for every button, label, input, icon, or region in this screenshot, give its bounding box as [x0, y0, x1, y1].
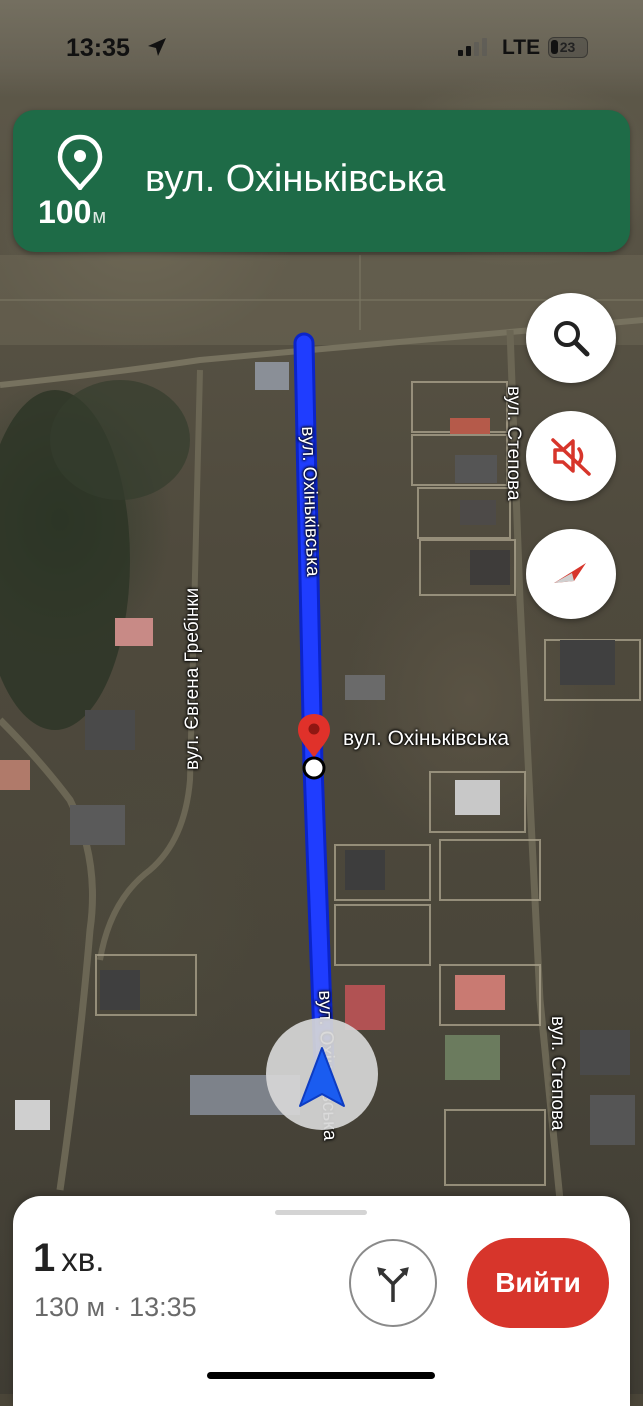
navigation-banner[interactable]: 100м вул. Охіньківська [13, 110, 630, 252]
current-location-marker [266, 1018, 378, 1130]
network-type: LTE [502, 36, 541, 59]
destination-pin-icon[interactable] [296, 712, 332, 782]
alternate-routes-button[interactable] [349, 1239, 437, 1327]
eta-duration: 1 хв. [33, 1236, 104, 1281]
battery-icon: 23 [548, 37, 588, 58]
home-indicator[interactable] [207, 1372, 435, 1379]
destination-pin-icon [57, 134, 103, 190]
signal-icon [458, 38, 487, 56]
alternate-routes-icon [377, 1267, 409, 1302]
status-bar: 13:35 LTE 23 [0, 0, 643, 96]
search-icon [554, 321, 590, 357]
stepova-street-label-top: вул. Степова [503, 386, 524, 501]
location-arrow-icon [148, 38, 166, 56]
exit-navigation-button[interactable]: Вийти [467, 1238, 609, 1328]
navigation-arrow-icon [299, 1047, 345, 1107]
battery-level: 23 [559, 39, 576, 55]
stepova-street-label-bottom: вул. Степова [547, 1016, 568, 1131]
distance-unit: м [92, 206, 107, 228]
distance-value: 100 [38, 194, 92, 230]
mute-button[interactable] [526, 411, 616, 501]
next-street-name: вул. Охіньківська [145, 158, 446, 200]
compass-icon [554, 563, 586, 583]
destination-label: вул. Охіньківська [343, 727, 510, 750]
eta-value: 1 [33, 1236, 56, 1280]
compass-button[interactable] [526, 529, 616, 619]
status-time: 13:35 [66, 34, 130, 62]
trip-details: 130 м · 13:35 [34, 1292, 197, 1322]
sound-off-icon [551, 438, 591, 476]
sheet-drag-handle[interactable] [275, 1210, 367, 1215]
eta-unit: хв. [61, 1241, 105, 1278]
distance-to-next: 100м [38, 194, 106, 231]
hrebinky-street-label: вул. Євгена Гребінки [182, 587, 203, 770]
search-button[interactable] [526, 293, 616, 383]
